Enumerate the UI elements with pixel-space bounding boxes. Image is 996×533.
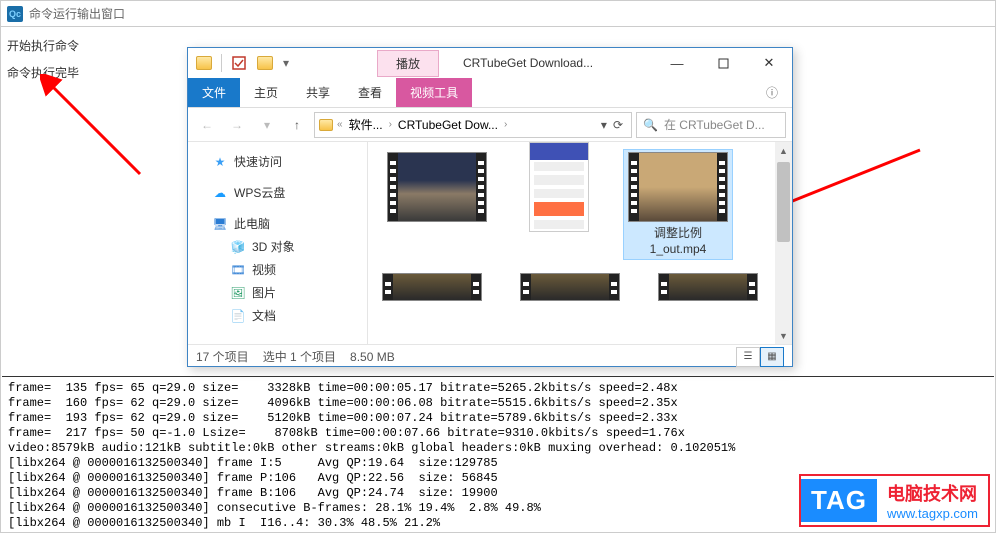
address-dropdown-icon[interactable]: ▾ [601, 118, 607, 132]
navigation-pane[interactable]: ★快速访问 ☁WPS云盘 🖥此电脑 🧊3D 对象 🎞视频 🖼图片 📄文档 [188, 142, 368, 344]
app-icon: Qc [7, 6, 23, 22]
context-tab-play[interactable]: 播放 [377, 50, 439, 77]
file-thumbnail-selected[interactable]: 调整比例1_out.mp4 [623, 149, 733, 260]
cloud-icon: ☁ [212, 185, 228, 201]
tab-file[interactable]: 文件 [188, 78, 240, 107]
navpane-wps-cloud[interactable]: ☁WPS云盘 [194, 181, 361, 204]
address-toolbar: ← → ▾ ↑ « 软件... › CRTubeGet Dow... › ▾ ⟳… [188, 108, 792, 142]
separator [221, 54, 222, 72]
ribbon-tabs: 文件 主页 共享 查看 视频工具 ⓘ [188, 78, 792, 108]
nav-up-button[interactable]: ↑ [284, 112, 310, 138]
search-icon: 🔍 [643, 118, 658, 132]
scroll-thumb[interactable] [777, 162, 790, 242]
navpane-quick-access[interactable]: ★快速访问 [194, 150, 361, 173]
breadcrumb-segment[interactable]: 软件... [347, 116, 385, 133]
film-icon: 🎞 [230, 262, 246, 278]
photo-icon: 🖼 [230, 285, 246, 301]
scroll-down-icon[interactable]: ▼ [775, 327, 792, 344]
navpane-pictures[interactable]: 🖼图片 [194, 281, 361, 304]
view-thumbnails-button[interactable]: ▦ [760, 347, 784, 367]
address-bar[interactable]: « 软件... › CRTubeGet Dow... › ▾ ⟳ [314, 112, 632, 138]
scroll-up-icon[interactable]: ▲ [775, 142, 792, 159]
file-thumbnail[interactable] [520, 273, 620, 301]
selection-info: 选中 1 个项目 [263, 348, 336, 365]
folder-icon[interactable] [192, 51, 216, 75]
close-button[interactable]: ✕ [746, 48, 792, 78]
watermark-url: www.tagxp.com [887, 506, 978, 521]
star-icon: ★ [212, 154, 228, 170]
explorer-window: ▾ 播放 CRTubeGet Download... — ✕ 文件 主页 共享 … [187, 47, 793, 367]
tab-share[interactable]: 共享 [292, 78, 344, 107]
refresh-icon[interactable]: ⟳ [613, 118, 623, 132]
minimize-button[interactable]: — [654, 48, 700, 78]
doc-icon: 📄 [230, 308, 246, 324]
breadcrumb-segment[interactable]: CRTubeGet Dow... [396, 118, 500, 132]
nav-back-button[interactable]: ← [194, 112, 220, 138]
console-title: 命令运行输出窗口 [29, 5, 125, 22]
quick-access-toolbar: ▾ [188, 51, 297, 75]
nav-forward-button[interactable]: → [224, 112, 250, 138]
selection-size: 8.50 MB [350, 350, 395, 364]
navpane-videos[interactable]: 🎞视频 [194, 258, 361, 281]
new-folder-icon[interactable] [253, 51, 277, 75]
file-thumbnail[interactable] [524, 152, 594, 257]
qat-dropdown-icon[interactable]: ▾ [279, 51, 293, 75]
console-titlebar: Qc 命令运行输出窗口 [1, 1, 995, 27]
status-bar: 17 个项目 选中 1 个项目 8.50 MB ☰ ▦ [188, 344, 792, 368]
file-thumbnail[interactable] [382, 152, 492, 257]
folder-icon [319, 119, 333, 131]
annotation-arrow-left [40, 74, 160, 184]
file-thumbnail[interactable] [658, 273, 758, 301]
chevron-right-icon[interactable]: › [504, 119, 507, 130]
maximize-button[interactable] [700, 48, 746, 78]
file-name: 调整比例1_out.mp4 [626, 226, 730, 257]
tab-video-tools[interactable]: 视频工具 [396, 78, 472, 107]
vertical-scrollbar[interactable]: ▲ ▼ [775, 142, 792, 344]
tab-home[interactable]: 主页 [240, 78, 292, 107]
watermark-logo: TAG [801, 479, 877, 522]
search-placeholder: 在 CRTubeGet D... [664, 116, 765, 133]
item-count: 17 个项目 [196, 348, 249, 365]
file-thumbnail[interactable] [382, 273, 482, 301]
monitor-icon: 🖥 [212, 216, 228, 232]
window-title: CRTubeGet Download... [463, 56, 654, 70]
ribbon-help-icon[interactable]: ⓘ [752, 78, 792, 107]
file-view[interactable]: 调整比例1_out.mp4 ▲ ▼ [368, 142, 792, 344]
watermark: TAG 电脑技术网 www.tagxp.com [799, 474, 990, 527]
properties-icon[interactable] [227, 51, 251, 75]
watermark-title: 电脑技术网 [887, 480, 978, 506]
chevron-right-icon[interactable]: › [389, 119, 392, 130]
explorer-titlebar[interactable]: ▾ 播放 CRTubeGet Download... — ✕ [188, 48, 792, 78]
nav-recent-dropdown[interactable]: ▾ [254, 112, 280, 138]
tab-view[interactable]: 查看 [344, 78, 396, 107]
navpane-this-pc[interactable]: 🖥此电脑 [194, 212, 361, 235]
view-details-button[interactable]: ☰ [736, 347, 760, 367]
cube-icon: 🧊 [230, 239, 246, 255]
navpane-documents[interactable]: 📄文档 [194, 304, 361, 327]
chevron-right-icon[interactable]: « [337, 119, 343, 130]
search-input[interactable]: 🔍 在 CRTubeGet D... [636, 112, 786, 138]
navpane-3d-objects[interactable]: 🧊3D 对象 [194, 235, 361, 258]
